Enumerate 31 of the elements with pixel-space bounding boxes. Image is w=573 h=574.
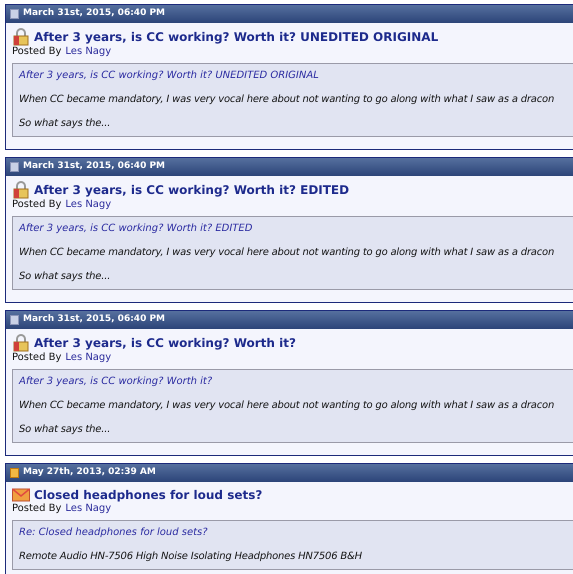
author-link[interactable]: Les Nagy — [65, 199, 112, 211]
posted-by-label: Posted By — [12, 503, 62, 515]
quote-text: When CC became mandatory, I was very vocal here about not wanting to go along with what I saw as a dracon — [19, 400, 556, 412]
post-date: March 31st, 2015, 06:40 PM — [23, 313, 166, 326]
posted-by-label: Posted By — [12, 199, 62, 211]
quote-text: When CC became mandatory, I was very vocal here about not wanting to go along with what I saw as a dracon — [19, 247, 556, 259]
post-title-link[interactable]: After 3 years, is CC working? Worth it? EDITED — [34, 182, 350, 198]
quote-text: So what says the... — [19, 424, 112, 436]
padlock-icon — [12, 334, 30, 352]
quote-text: So what says the... — [19, 271, 112, 283]
post-date: March 31st, 2015, 06:40 PM — [23, 7, 166, 20]
quote-title-link[interactable]: Re: Closed headphones for loud sets? — [19, 527, 573, 539]
author-link[interactable]: Les Nagy — [65, 352, 112, 364]
quote-text: When CC became mandatory, I was very vocal here about not wanting to go along with what I saw as a dracon — [19, 94, 556, 106]
post-title-link[interactable]: After 3 years, is CC working? Worth it? — [34, 335, 296, 351]
post-title-link[interactable]: After 3 years, is CC working? Worth it? UNEDITED ORIGINAL — [34, 29, 438, 45]
quote-title-link[interactable]: After 3 years, is CC working? Worth it? EDITED — [19, 223, 573, 235]
author-link[interactable]: Les Nagy — [65, 503, 112, 515]
padlock-icon — [12, 28, 30, 46]
quote-title-link[interactable]: After 3 years, is CC working? Worth it? UNEDITED ORIGINAL — [19, 70, 573, 82]
envelope-icon — [12, 488, 30, 502]
quote-text: So what says the... — [19, 118, 112, 130]
posted-by-label: Posted By — [12, 46, 62, 58]
quote-title-link[interactable]: After 3 years, is CC working? Worth it? — [19, 376, 573, 388]
padlock-icon — [12, 181, 30, 199]
quote-text: Remote Audio HN-7506 High Noise Isolating Headphones HN7506 B&H — [19, 551, 363, 563]
author-link[interactable]: Les Nagy — [65, 46, 112, 58]
post-title-link[interactable]: Closed headphones for loud sets? — [34, 487, 262, 503]
posted-by-label: Posted By — [12, 352, 62, 364]
post-date: May 27th, 2013, 02:39 AM — [23, 466, 156, 480]
post-date: March 31st, 2015, 06:40 PM — [23, 160, 166, 174]
